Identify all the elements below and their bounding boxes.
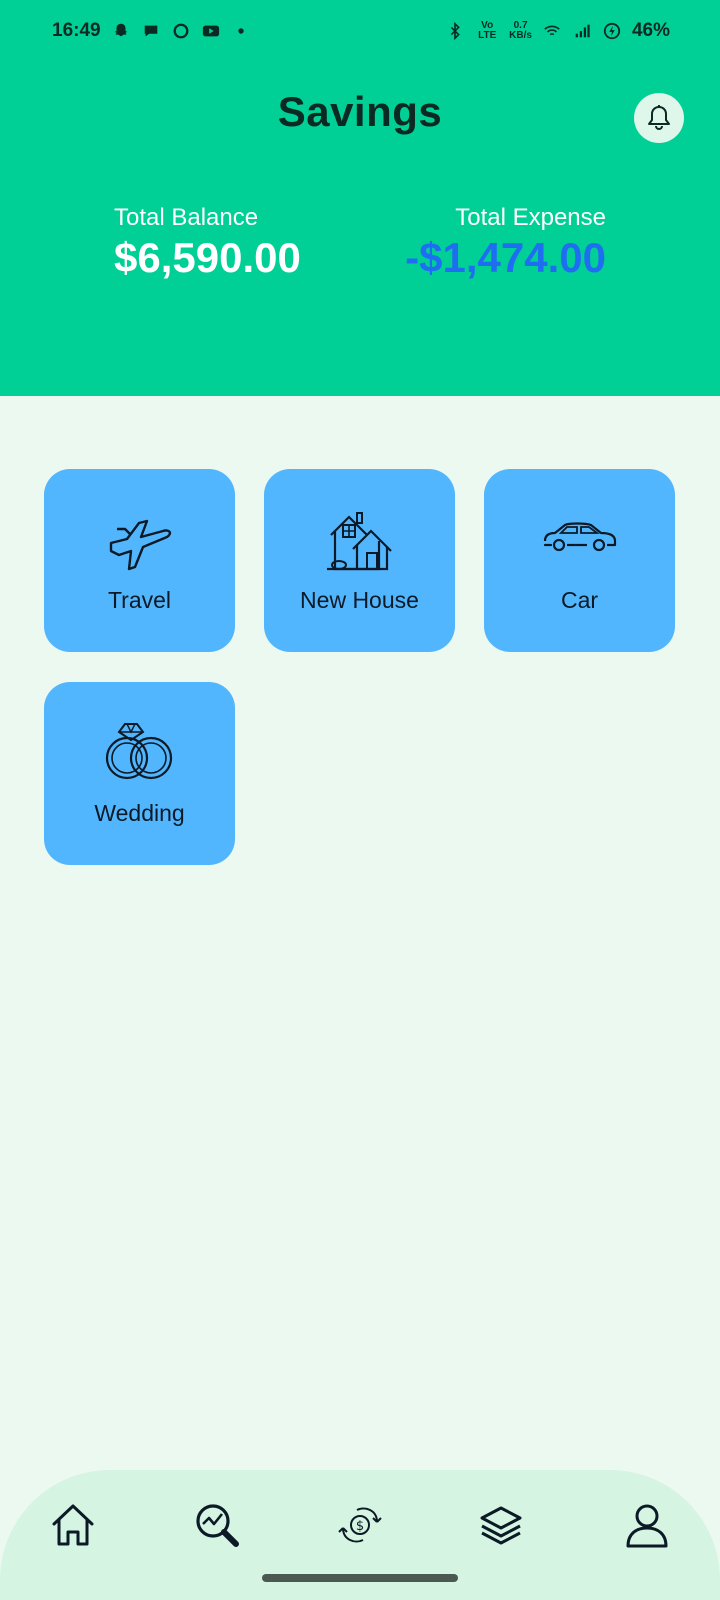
total-balance-value: $6,590.00 bbox=[114, 234, 301, 281]
house-icon bbox=[317, 499, 403, 575]
car-icon bbox=[537, 499, 623, 575]
category-label: New House bbox=[300, 587, 419, 613]
category-wedding[interactable]: Wedding bbox=[44, 682, 235, 865]
total-expense-label: Total Expense bbox=[455, 204, 606, 231]
nav-home[interactable] bbox=[46, 1498, 100, 1552]
wifi-icon bbox=[542, 21, 562, 41]
svg-text:$: $ bbox=[356, 1519, 364, 1534]
transactions-icon: $ bbox=[338, 1507, 382, 1543]
status-time: 16:49 bbox=[52, 20, 101, 41]
category-travel[interactable]: Travel bbox=[44, 469, 235, 652]
bell-icon bbox=[648, 105, 670, 130]
category-car[interactable]: Car bbox=[484, 469, 675, 652]
rings-icon bbox=[97, 712, 183, 788]
analysis-icon bbox=[196, 1504, 239, 1547]
bluetooth-icon bbox=[445, 21, 465, 41]
nav-profile[interactable] bbox=[620, 1498, 674, 1552]
total-balance: Total Balance $6,590.00 bbox=[114, 204, 301, 282]
home-icon bbox=[52, 1504, 94, 1546]
net-speed: 0.7 KB/s bbox=[509, 21, 532, 41]
nav-analysis[interactable] bbox=[190, 1498, 244, 1552]
notification-button[interactable] bbox=[634, 93, 684, 143]
status-bar: 16:49 Vo LTE 0.7 KB/s 46% bbox=[0, 0, 720, 62]
layers-icon bbox=[480, 1506, 522, 1545]
total-expense: Total Expense -$1,474.00 bbox=[405, 204, 606, 282]
status-right: Vo LTE 0.7 KB/s 46% bbox=[445, 20, 670, 42]
youtube-icon bbox=[201, 21, 221, 41]
category-label: Car bbox=[560, 587, 599, 613]
volte-label: Vo LTE bbox=[478, 20, 497, 41]
net-speed-unit: KB/s bbox=[509, 30, 532, 41]
nav-layers[interactable] bbox=[474, 1498, 528, 1552]
signal-icon bbox=[572, 21, 592, 41]
category-label: Travel bbox=[107, 587, 172, 613]
home-indicator[interactable] bbox=[262, 1574, 458, 1582]
total-expense-value: -$1,474.00 bbox=[405, 234, 606, 281]
category-label: Wedding bbox=[94, 800, 185, 826]
battery-saver-icon bbox=[602, 21, 622, 41]
total-balance-label: Total Balance bbox=[114, 204, 259, 231]
status-left: 16:49 bbox=[52, 20, 251, 42]
category-new-house[interactable]: New House bbox=[264, 469, 455, 652]
message-icon bbox=[141, 21, 161, 41]
header: 16:49 Vo LTE 0.7 KB/s 46% Savings Total … bbox=[0, 0, 720, 396]
page-title: Savings bbox=[277, 88, 443, 135]
snapchat-icon bbox=[111, 21, 131, 41]
profile-icon bbox=[626, 1504, 668, 1548]
app-icon bbox=[171, 21, 191, 41]
dot-icon bbox=[231, 21, 251, 41]
battery-percent: 46% bbox=[631, 20, 670, 41]
nav-transactions[interactable]: $ bbox=[333, 1498, 387, 1552]
airplane-icon bbox=[97, 499, 183, 575]
